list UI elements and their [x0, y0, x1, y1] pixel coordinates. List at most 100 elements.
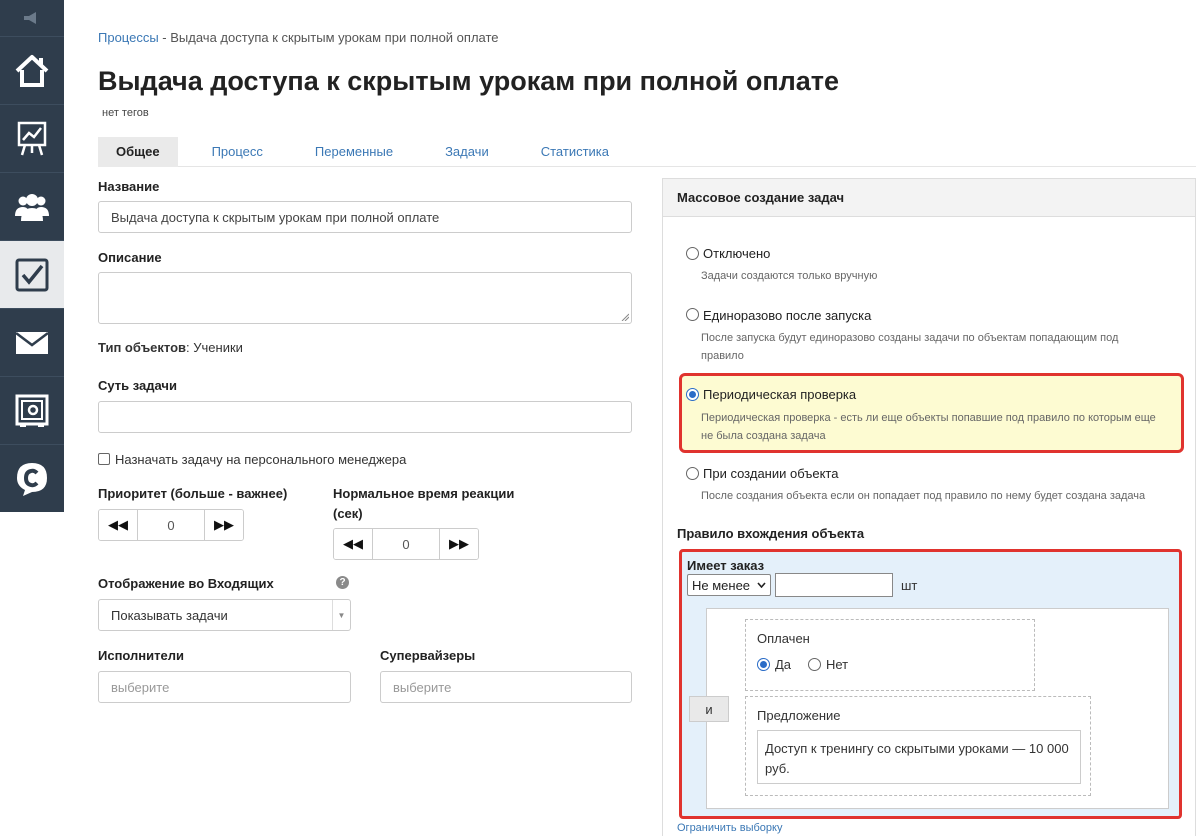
breadcrumb-current: Выдача доступа к скрытым урокам при полн…	[170, 30, 499, 45]
paid-label: Оплачен	[757, 631, 810, 646]
reaction-stepper: ◀◀ 0 ▶▶	[333, 528, 479, 560]
sidebar-item-users[interactable]	[0, 172, 64, 240]
supervisors-input[interactable]: выберите	[380, 671, 632, 703]
paid-no-label: Нет	[826, 657, 849, 672]
option-once-desc-line1: После запуска будут единоразово созданы …	[701, 332, 1119, 344]
sidebar-item-mail[interactable]	[0, 308, 64, 376]
order-count-input[interactable]	[775, 573, 893, 597]
sidebar-item-chat[interactable]	[0, 444, 64, 512]
reaction-time-label-line2: (сек)	[333, 506, 363, 521]
option-on-create-label: При создании объекта	[703, 466, 839, 481]
option-once-desc-line2: правило	[701, 350, 744, 362]
breadcrumb-processes-link[interactable]: Процессы	[98, 30, 159, 45]
tab-bar: Общее Процесс Переменные Задачи Статисти…	[98, 137, 1196, 167]
object-type-value: : Ученики	[186, 340, 243, 355]
megaphone-icon	[24, 12, 36, 24]
priority-value[interactable]: 0	[137, 510, 205, 540]
inbox-display-value: Показывать задачи	[111, 607, 228, 623]
priority-decrease-button[interactable]: ◀◀	[99, 510, 137, 540]
sidebar-item-home[interactable]	[0, 36, 64, 104]
and-operator-button[interactable]: и	[689, 696, 729, 722]
sidebar-item-notifications[interactable]	[0, 0, 64, 36]
sidebar-item-tasks[interactable]	[0, 240, 64, 308]
option-periodic-label: Периодическая проверка	[703, 387, 857, 402]
supervisors-label: Супервайзеры	[380, 648, 476, 663]
inbox-display-label: Отображение во Входящих	[98, 576, 274, 591]
tags-label: нет тегов	[102, 107, 149, 119]
option-once-label: Единоразово после запуска	[703, 308, 872, 323]
breadcrumb: Процессы - Выдача доступа к скрытым урок…	[98, 30, 499, 45]
radio-disabled[interactable]	[686, 247, 699, 260]
radio-paid-no[interactable]	[808, 658, 821, 671]
option-on-create-desc: После создания объекта если он попадает …	[701, 490, 1146, 502]
executors-label: Исполнители	[98, 648, 184, 663]
rewind-icon: ◀◀	[108, 517, 128, 532]
tab-general[interactable]: Общее	[98, 137, 178, 167]
essence-label: Суть задачи	[98, 378, 177, 393]
chat-icon	[17, 462, 47, 496]
tab-process[interactable]: Процесс	[194, 137, 281, 167]
essence-input[interactable]	[98, 401, 632, 433]
has-order-label: Имеет заказ	[687, 558, 765, 573]
mass-creation-title: Массовое создание задач	[663, 179, 1195, 217]
option-periodic-desc-line2: не была создана задача	[701, 430, 826, 442]
offer-value: Доступ к тренингу со скрытыми уроками — …	[765, 739, 1069, 779]
object-type-label: Тип объектов	[98, 340, 187, 355]
sidebar-item-safe[interactable]	[0, 376, 64, 444]
unit-label: шт	[901, 578, 918, 593]
page-title: Выдача доступа к скрытым урокам при полн…	[98, 66, 840, 96]
help-icon[interactable]: ?	[336, 576, 349, 589]
safe-icon	[15, 394, 49, 427]
paid-yes-label: Да	[775, 657, 792, 672]
chevron-down-icon	[757, 582, 766, 588]
radio-once-after-start[interactable]	[686, 308, 699, 321]
comparator-value: Не менее	[692, 577, 751, 593]
radio-on-object-create[interactable]	[686, 467, 699, 480]
radio-paid-yes[interactable]	[757, 658, 770, 671]
offer-label: Предложение	[757, 708, 841, 723]
sidebar	[0, 0, 64, 836]
priority-label: Приоритет (больше - важнее)	[98, 486, 288, 501]
object-type: Тип объектов: Ученики	[98, 340, 243, 355]
mail-icon	[15, 331, 49, 354]
reaction-decrease-button[interactable]: ◀◀	[334, 529, 372, 559]
fast-forward-icon: ▶▶	[449, 536, 469, 551]
tab-variables[interactable]: Переменные	[297, 137, 411, 167]
description-textarea[interactable]	[98, 272, 632, 324]
entry-rule-title: Правило вхождения объекта	[677, 526, 865, 541]
priority-increase-button[interactable]: ▶▶	[205, 510, 243, 540]
name-label: Название	[98, 179, 160, 194]
fast-forward-icon: ▶▶	[214, 517, 234, 532]
mass-creation-panel: Массовое создание задач Отключено Задачи…	[662, 178, 1196, 836]
home-icon	[15, 54, 49, 87]
offer-value-line2: руб.	[765, 761, 790, 776]
assign-manager-checkbox[interactable]	[98, 453, 110, 465]
sidebar-item-statistics[interactable]	[0, 104, 64, 172]
resize-grip-icon[interactable]	[621, 313, 629, 321]
description-label: Описание	[98, 250, 162, 265]
chart-icon	[17, 121, 47, 155]
inbox-display-select[interactable]: Показывать задачи ▼	[98, 599, 351, 631]
option-periodic-desc-line1: Периодическая проверка - есть ли еще объ…	[701, 412, 1156, 424]
option-disabled-desc: Задачи создаются только вручную	[701, 270, 878, 282]
users-icon	[15, 193, 49, 221]
chevron-down-icon: ▼	[332, 600, 350, 630]
reaction-increase-button[interactable]: ▶▶	[440, 529, 478, 559]
offer-value-line1: Доступ к тренингу со скрытыми уроками — …	[765, 741, 1069, 756]
name-input[interactable]: Выдача доступа к скрытым урокам при полн…	[98, 201, 632, 233]
radio-periodic-check[interactable]	[686, 388, 699, 401]
executors-input[interactable]: выберите	[98, 671, 351, 703]
tasks-icon	[15, 258, 49, 291]
limit-selection-link[interactable]: Ограничить выборку	[677, 822, 782, 834]
breadcrumb-separator: -	[158, 30, 171, 45]
paid-condition	[745, 619, 1035, 691]
tab-statistics[interactable]: Статистика	[523, 137, 627, 167]
assign-manager-label: Назначать задачу на персонального менедж…	[115, 452, 407, 467]
comparator-select[interactable]: Не менее	[687, 574, 771, 596]
tab-tasks[interactable]: Задачи	[427, 137, 507, 167]
reaction-value[interactable]: 0	[372, 529, 440, 559]
option-disabled-label: Отключено	[703, 246, 771, 261]
reaction-time-label: Нормальное время реакции	[333, 486, 514, 501]
reaction-time-label-line1: Нормальное время реакции	[333, 486, 515, 501]
priority-stepper: ◀◀ 0 ▶▶	[98, 509, 244, 541]
